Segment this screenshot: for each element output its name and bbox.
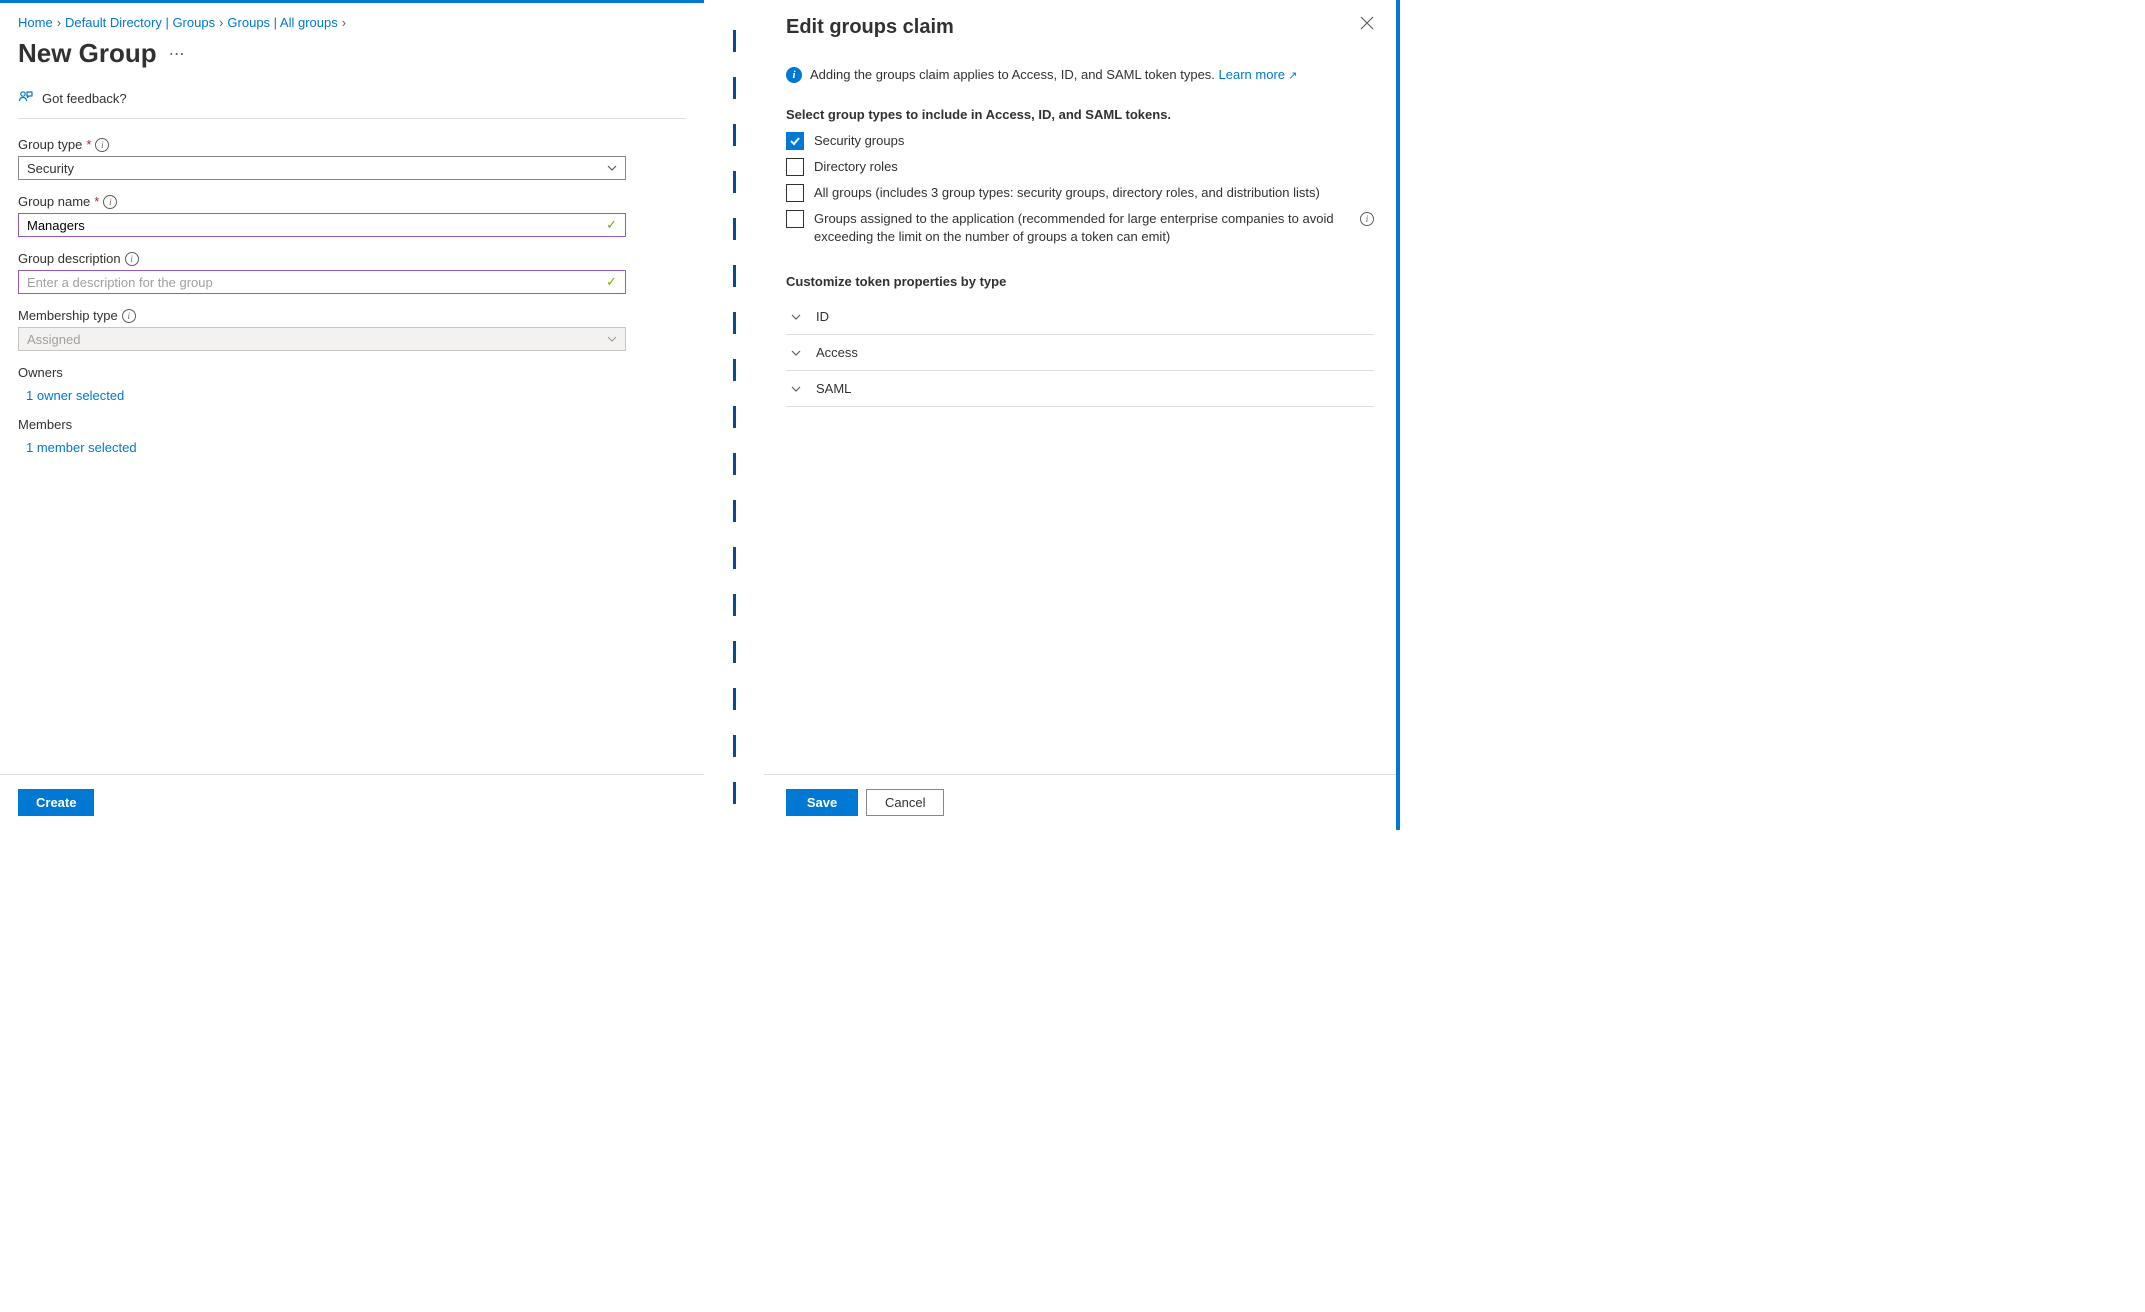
checkbox-label: All groups (includes 3 group types: secu… [814, 184, 1374, 202]
membership-type-dropdown: Assigned [18, 327, 626, 351]
members-selected-link[interactable]: 1 member selected [18, 440, 686, 455]
chevron-right-icon: › [57, 15, 61, 30]
breadcrumb-directory[interactable]: Default Directory | Groups [65, 15, 215, 30]
group-name-label: Group name [18, 194, 90, 209]
checkbox-security-groups[interactable]: Security groups [786, 132, 1374, 150]
group-description-input[interactable] [27, 275, 606, 290]
new-group-panel: Home › Default Directory | Groups › Grou… [0, 0, 704, 830]
expand-label: ID [816, 309, 829, 324]
owners-label: Owners [18, 365, 686, 380]
panel-title: Edit groups claim [786, 16, 954, 39]
group-name-input-wrapper: ✓ [18, 213, 626, 237]
group-type-dropdown[interactable]: Security [18, 156, 626, 180]
info-icon[interactable]: i [1360, 212, 1374, 226]
group-description-input-wrapper: ✓ [18, 270, 626, 294]
checkmark-icon: ✓ [606, 274, 617, 290]
group-name-input[interactable] [27, 218, 606, 233]
expand-label: Access [816, 345, 858, 360]
got-feedback-link[interactable]: Got feedback? [18, 79, 686, 119]
breadcrumb-home[interactable]: Home [18, 15, 53, 30]
checkbox-groups-assigned[interactable]: Groups assigned to the application (reco… [786, 210, 1374, 246]
panel-divider [704, 0, 764, 830]
learn-more-link[interactable]: Learn more ↗ [1219, 67, 1298, 82]
expand-row-access[interactable]: Access [786, 335, 1374, 371]
expand-row-id[interactable]: ID [786, 299, 1374, 335]
info-icon[interactable]: i [125, 252, 139, 266]
chevron-right-icon: › [342, 15, 346, 30]
breadcrumb-groups[interactable]: Groups | All groups [227, 15, 337, 30]
group-type-label: Group type [18, 137, 82, 152]
chevron-right-icon: › [219, 15, 223, 30]
breadcrumb: Home › Default Directory | Groups › Grou… [18, 15, 686, 30]
checkbox-icon [786, 184, 804, 202]
external-link-icon: ↗ [1285, 70, 1297, 82]
group-type-value: Security [27, 161, 74, 176]
chevron-down-icon [790, 383, 802, 395]
checkbox-label: Groups assigned to the application (reco… [814, 210, 1350, 246]
checkbox-label: Security groups [814, 132, 1374, 150]
expand-row-saml[interactable]: SAML [786, 371, 1374, 407]
required-indicator: * [86, 137, 91, 152]
info-bar: i Adding the groups claim applies to Acc… [786, 67, 1374, 83]
close-button[interactable] [1360, 16, 1374, 33]
checkbox-icon [786, 210, 804, 228]
checkbox-label: Directory roles [814, 158, 1374, 176]
customize-heading: Customize token properties by type [786, 274, 1374, 289]
group-description-label: Group description [18, 251, 121, 266]
checkbox-icon [786, 132, 804, 150]
close-icon [1360, 16, 1374, 30]
checkbox-all-groups[interactable]: All groups (includes 3 group types: secu… [786, 184, 1374, 202]
cancel-button[interactable]: Cancel [866, 789, 944, 816]
more-actions-button[interactable]: ⋯ [169, 44, 187, 64]
chevron-down-icon [790, 347, 802, 359]
required-indicator: * [94, 194, 99, 209]
feedback-label: Got feedback? [42, 91, 127, 106]
page-title: New Group [18, 38, 157, 69]
info-text: Adding the groups claim applies to Acces… [810, 67, 1297, 82]
membership-type-label: Membership type [18, 308, 118, 323]
owners-selected-link[interactable]: 1 owner selected [18, 388, 686, 403]
chevron-down-icon [607, 334, 617, 344]
expand-label: SAML [816, 381, 851, 396]
edit-groups-claim-panel: Edit groups claim i Adding the groups cl… [764, 0, 1400, 830]
chevron-down-icon [607, 163, 617, 173]
info-icon[interactable]: i [103, 195, 117, 209]
info-icon[interactable]: i [95, 138, 109, 152]
new-group-footer: Create [0, 774, 704, 830]
info-icon[interactable]: i [122, 309, 136, 323]
select-group-types-heading: Select group types to include in Access,… [786, 107, 1374, 122]
info-icon: i [786, 67, 802, 83]
checkbox-directory-roles[interactable]: Directory roles [786, 158, 1374, 176]
checkmark-icon: ✓ [606, 217, 617, 233]
chevron-down-icon [790, 311, 802, 323]
checkbox-icon [786, 158, 804, 176]
members-label: Members [18, 417, 686, 432]
edit-groups-footer: Save Cancel [764, 774, 1396, 830]
feedback-icon [18, 89, 34, 108]
membership-type-value: Assigned [27, 332, 80, 347]
save-button[interactable]: Save [786, 789, 858, 816]
create-button[interactable]: Create [18, 789, 94, 816]
